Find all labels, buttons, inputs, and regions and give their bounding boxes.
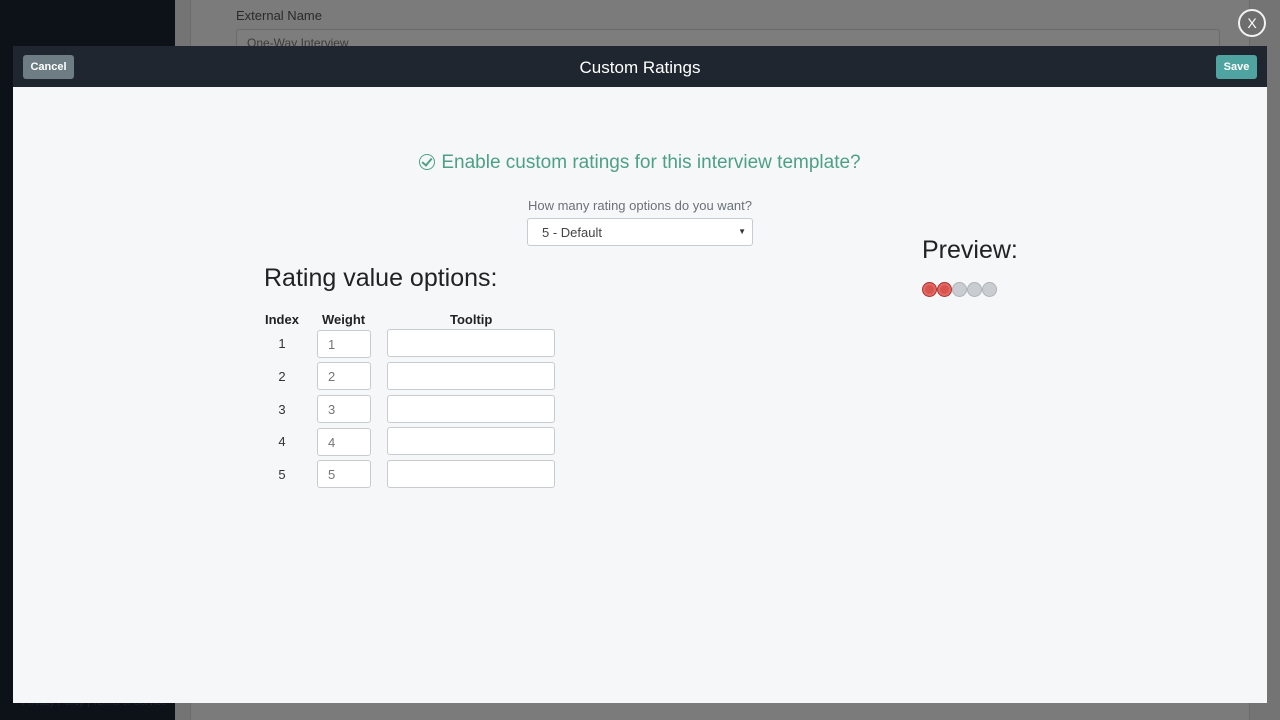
column-header-index: Index <box>265 312 299 327</box>
rating-dot-empty <box>982 282 997 297</box>
tooltip-input[interactable] <box>387 427 555 455</box>
rating-dot-filled <box>937 282 952 297</box>
tooltip-input[interactable] <box>387 362 555 390</box>
tooltip-input[interactable] <box>387 460 555 488</box>
row-index: 3 <box>278 402 286 417</box>
modal-title: Custom Ratings <box>579 58 701 77</box>
weight-input[interactable] <box>317 395 371 423</box>
close-overlay-button[interactable]: X <box>1238 9 1266 37</box>
weight-input[interactable] <box>317 362 371 390</box>
rating-count-select[interactable]: 5 - Default ▼ <box>527 218 753 246</box>
external-name-label: External Name <box>236 8 322 23</box>
rating-count-selected-value: 5 - Default <box>542 225 602 240</box>
row-index: 1 <box>278 336 286 351</box>
enable-custom-ratings-toggle[interactable]: Enable custom ratings for this interview… <box>13 152 1267 174</box>
row-index: 4 <box>278 434 286 449</box>
check-circle-icon[interactable] <box>419 154 436 170</box>
row-index: 5 <box>278 467 286 482</box>
rating-dot-filled <box>922 282 937 297</box>
rating-count-label: How many rating options do you want? <box>527 198 752 213</box>
rating-dot-empty <box>967 282 982 297</box>
tooltip-input[interactable] <box>387 395 555 423</box>
column-header-tooltip: Tooltip <box>450 312 493 327</box>
rating-value-options-heading: Rating value options: <box>264 264 498 292</box>
weight-input[interactable] <box>317 330 371 358</box>
row-index: 2 <box>278 369 286 384</box>
weight-input[interactable] <box>317 428 371 456</box>
custom-ratings-modal: Cancel Custom Ratings Save Enable custom… <box>13 46 1267 703</box>
modal-header: Cancel Custom Ratings Save <box>13 46 1267 87</box>
column-header-weight: Weight <box>322 312 366 327</box>
rating-dot-empty <box>952 282 967 297</box>
save-button[interactable]: Save <box>1216 55 1257 79</box>
preview-heading: Preview: <box>922 236 1018 264</box>
caret-down-icon: ▼ <box>738 227 746 236</box>
weight-input[interactable] <box>317 460 371 488</box>
tooltip-input[interactable] <box>387 329 555 357</box>
enable-custom-ratings-label: Enable custom ratings for this interview… <box>441 152 861 173</box>
